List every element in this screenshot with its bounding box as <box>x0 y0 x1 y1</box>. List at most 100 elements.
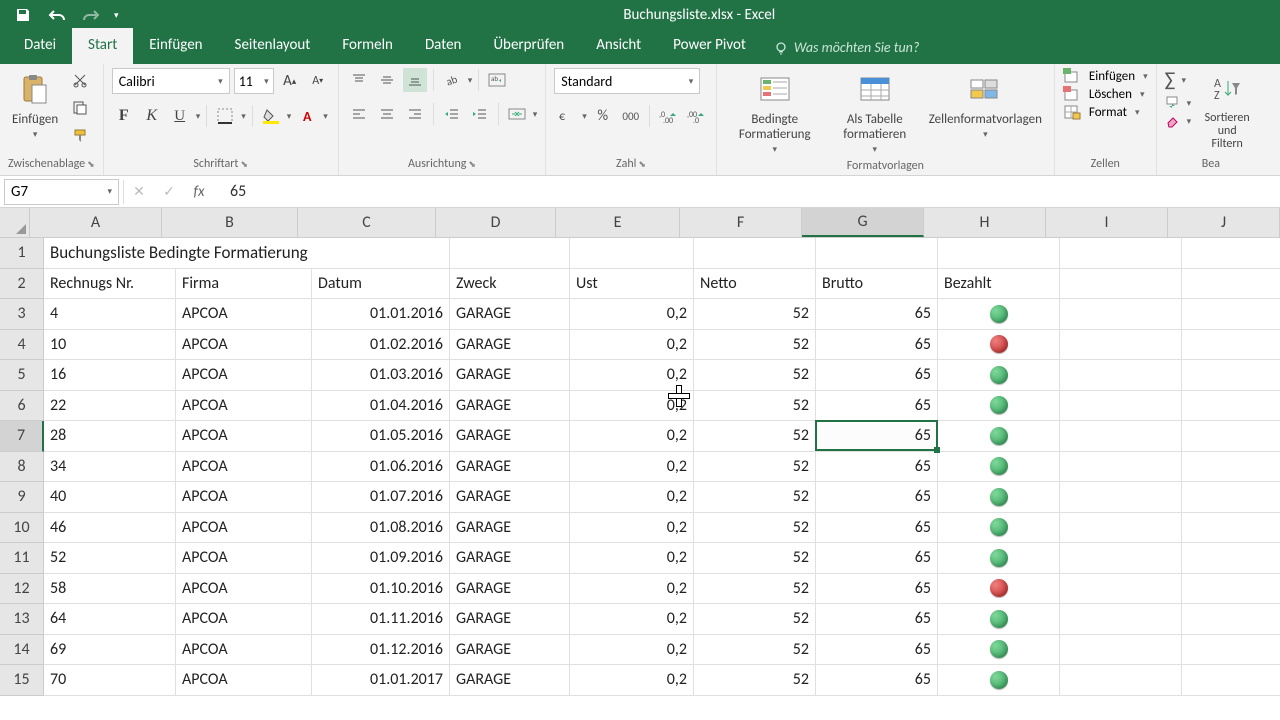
cell[interactable]: 01.03.2016 <box>312 360 450 391</box>
cell[interactable] <box>938 513 1060 544</box>
cell[interactable]: APCOA <box>176 452 312 483</box>
cell[interactable]: 0,2 <box>570 299 694 330</box>
cell[interactable] <box>938 452 1060 483</box>
row-header-10[interactable]: 10 <box>0 513 44 544</box>
cell[interactable] <box>1060 604 1182 635</box>
cell[interactable]: 01.07.2016 <box>312 482 450 513</box>
cell[interactable]: APCOA <box>176 574 312 605</box>
cell[interactable]: APCOA <box>176 513 312 544</box>
formula-input[interactable]: 65 <box>214 182 1280 201</box>
cell[interactable] <box>1060 238 1182 269</box>
cell[interactable]: 65 <box>816 452 938 483</box>
cell[interactable]: Firma <box>176 269 312 300</box>
merge-center-icon[interactable] <box>505 102 529 126</box>
cell[interactable]: GARAGE <box>450 574 570 605</box>
cell-styles-button[interactable]: Zellenformatvorlagen▾ <box>925 68 1046 142</box>
cell[interactable]: 0,2 <box>570 513 694 544</box>
cell[interactable]: 01.10.2016 <box>312 574 450 605</box>
cell[interactable]: 70 <box>44 665 176 696</box>
cell[interactable]: Datum <box>312 269 450 300</box>
cell[interactable]: 4 <box>44 299 176 330</box>
row-header-11[interactable]: 11 <box>0 543 44 574</box>
font-size-combo[interactable]: 11▾ <box>234 68 274 94</box>
cell[interactable]: 01.08.2016 <box>312 513 450 544</box>
cell[interactable]: 01.12.2016 <box>312 635 450 666</box>
cell[interactable] <box>1060 665 1182 696</box>
increase-indent-icon[interactable] <box>468 102 492 126</box>
col-header-A[interactable]: A <box>30 208 162 237</box>
cell[interactable]: 0,2 <box>570 360 694 391</box>
col-header-G[interactable]: G <box>802 208 924 237</box>
cell[interactable] <box>1182 452 1280 483</box>
cell[interactable]: 65 <box>816 482 938 513</box>
select-all-corner[interactable] <box>0 208 30 238</box>
row-header-14[interactable]: 14 <box>0 635 44 666</box>
col-header-D[interactable]: D <box>436 208 556 237</box>
cell[interactable]: 52 <box>694 299 816 330</box>
cell[interactable]: Brutto <box>816 269 938 300</box>
cut-icon[interactable] <box>68 68 92 92</box>
cell[interactable] <box>938 238 1060 269</box>
cell[interactable]: APCOA <box>176 391 312 422</box>
cell[interactable]: 22 <box>44 391 176 422</box>
orientation-icon[interactable]: ab <box>440 68 464 92</box>
cell[interactable]: APCOA <box>176 330 312 361</box>
cell[interactable] <box>1060 574 1182 605</box>
col-header-E[interactable]: E <box>556 208 680 237</box>
comma-style-icon[interactable]: 000 <box>619 104 643 128</box>
cell[interactable]: GARAGE <box>450 360 570 391</box>
cell[interactable] <box>938 604 1060 635</box>
cell[interactable]: 65 <box>816 635 938 666</box>
cell[interactable] <box>570 238 694 269</box>
align-right-icon[interactable] <box>403 102 427 126</box>
cell[interactable]: 0,2 <box>570 665 694 696</box>
cell[interactable]: GARAGE <box>450 513 570 544</box>
conditional-formatting-button[interactable]: Bedingte Formatierung▾ <box>725 68 825 157</box>
decrease-indent-icon[interactable] <box>440 102 464 126</box>
cell[interactable] <box>1182 299 1280 330</box>
cell[interactable] <box>1182 543 1280 574</box>
row-header-7[interactable]: 7 <box>0 421 44 452</box>
cell[interactable]: APCOA <box>176 665 312 696</box>
tab-daten[interactable]: Daten <box>409 28 477 64</box>
font-color-icon[interactable]: A <box>295 104 319 128</box>
col-header-C[interactable]: C <box>298 208 436 237</box>
cell[interactable]: 52 <box>694 513 816 544</box>
cell[interactable]: 52 <box>694 330 816 361</box>
cell[interactable]: 52 <box>694 421 816 452</box>
fill-button[interactable]: ▾ <box>1165 96 1192 110</box>
cell[interactable]: 65 <box>816 391 938 422</box>
format-painter-icon[interactable] <box>68 124 92 148</box>
tab-powerpivot[interactable]: Power Pivot <box>657 28 762 64</box>
delete-cells-button[interactable]: Löschen▾ <box>1063 86 1145 102</box>
cell[interactable]: Buchungsliste Bedingte Formatierung <box>44 238 450 269</box>
cell[interactable] <box>1060 269 1182 300</box>
copy-icon[interactable] <box>68 96 92 120</box>
cell[interactable]: 01.04.2016 <box>312 391 450 422</box>
tab-uberprufen[interactable]: Überprüfen <box>477 28 580 64</box>
increase-font-icon[interactable]: A▴ <box>278 69 302 93</box>
cell[interactable]: 0,2 <box>570 482 694 513</box>
cell[interactable]: 52 <box>694 604 816 635</box>
redo-icon[interactable] <box>80 4 102 26</box>
enter-formula-icon[interactable]: ✓ <box>154 178 184 206</box>
cell[interactable]: 65 <box>816 543 938 574</box>
cell[interactable]: 52 <box>694 574 816 605</box>
cell-grid[interactable]: Buchungsliste Bedingte FormatierungRechn… <box>44 238 1280 696</box>
cell[interactable] <box>1182 513 1280 544</box>
row-header-2[interactable]: 2 <box>0 269 44 300</box>
cell[interactable]: APCOA <box>176 360 312 391</box>
cell[interactable]: GARAGE <box>450 604 570 635</box>
row-header-9[interactable]: 9 <box>0 482 44 513</box>
cell[interactable]: 28 <box>44 421 176 452</box>
cell[interactable]: GARAGE <box>450 635 570 666</box>
cell[interactable] <box>938 482 1060 513</box>
cell[interactable] <box>1182 391 1280 422</box>
col-header-J[interactable]: J <box>1168 208 1280 237</box>
cell[interactable]: 69 <box>44 635 176 666</box>
cell[interactable] <box>938 635 1060 666</box>
row-header-6[interactable]: 6 <box>0 391 44 422</box>
cell[interactable]: 01.11.2016 <box>312 604 450 635</box>
number-format-combo[interactable]: Standard▾ <box>554 68 700 94</box>
cell[interactable] <box>694 238 816 269</box>
